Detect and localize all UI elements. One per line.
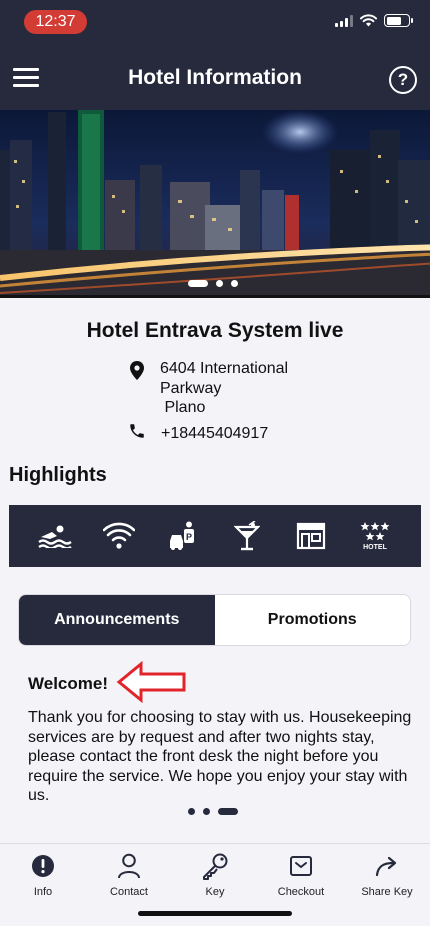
header: Hotel Information ? <box>0 44 430 110</box>
carousel-dot[interactable] <box>188 280 208 287</box>
info-icon <box>0 852 86 880</box>
pool-icon <box>37 518 73 554</box>
amenities-bar: P HOTEL <box>9 505 421 567</box>
pager-dot[interactable] <box>188 808 195 815</box>
bar-cocktail-icon <box>229 518 265 554</box>
home-indicator[interactable] <box>138 911 292 916</box>
status-time: 12:37 <box>24 10 87 34</box>
tab-promotions[interactable]: Promotions <box>214 595 410 645</box>
wifi-status-icon <box>360 14 377 27</box>
nav-label: Contact <box>110 886 148 898</box>
hotel-address[interactable]: 6404 International Parkway Plano <box>130 359 288 418</box>
pager-dot[interactable] <box>203 808 210 815</box>
top-bar: 12:37 Hotel Information ? <box>0 0 430 110</box>
hotel-phone[interactable]: +18445404917 <box>128 422 268 445</box>
nav-label: Share Key <box>361 886 413 898</box>
svg-text:HOTEL: HOTEL <box>363 544 387 551</box>
address-line: Plano <box>160 399 206 416</box>
checkout-icon <box>258 852 344 880</box>
arrow-left-annotation-icon <box>116 661 186 703</box>
nav-checkout[interactable]: Checkout <box>258 852 344 898</box>
battery-icon <box>384 14 413 27</box>
nav-contact[interactable]: Contact <box>86 852 172 898</box>
address-line: 6404 International <box>160 360 289 377</box>
announcement-tabs: Announcements Promotions <box>18 594 411 646</box>
status-icons <box>335 14 413 27</box>
address-line: Parkway <box>160 379 222 397</box>
announcement-body: Thank you for choosing to stay with us. … <box>28 709 412 805</box>
user-icon <box>86 852 172 880</box>
announcement-pager[interactable] <box>188 808 238 815</box>
nav-info[interactable]: Info <box>0 852 86 898</box>
hero-carousel-dots[interactable] <box>188 280 238 287</box>
nav-label: Info <box>33 886 53 898</box>
announcement-title: Welcome! <box>28 674 108 693</box>
hotel-hero-image[interactable] <box>0 110 430 298</box>
wifi-icon <box>101 518 137 554</box>
carousel-dot[interactable] <box>231 280 238 287</box>
phone-icon <box>128 422 150 445</box>
phone-number: +18445404917 <box>161 424 269 442</box>
valet-parking-icon: P <box>165 518 201 554</box>
status-bar: 12:37 <box>0 0 430 44</box>
nav-label: Key <box>205 886 225 898</box>
nav-key[interactable]: Key <box>172 852 258 898</box>
location-pin-icon <box>130 359 150 418</box>
nav-label: Checkout <box>277 886 325 898</box>
key-icon <box>172 852 258 880</box>
share-icon <box>344 852 430 880</box>
page-title: Hotel Information <box>128 66 302 89</box>
svg-text:P: P <box>186 532 192 542</box>
cellular-signal-icon <box>335 14 353 27</box>
restaurant-storefront-icon <box>293 518 329 554</box>
help-button[interactable]: ? <box>389 66 417 94</box>
tab-announcements[interactable]: Announcements <box>19 595 215 645</box>
highlights-heading: Highlights <box>9 464 107 486</box>
hotel-name: Hotel Entrava System live <box>86 319 344 342</box>
carousel-dot[interactable] <box>216 280 223 287</box>
pager-dot[interactable] <box>218 808 238 815</box>
hotel-stars-icon: HOTEL <box>357 518 393 554</box>
nav-share-key[interactable]: Share Key <box>344 852 430 898</box>
